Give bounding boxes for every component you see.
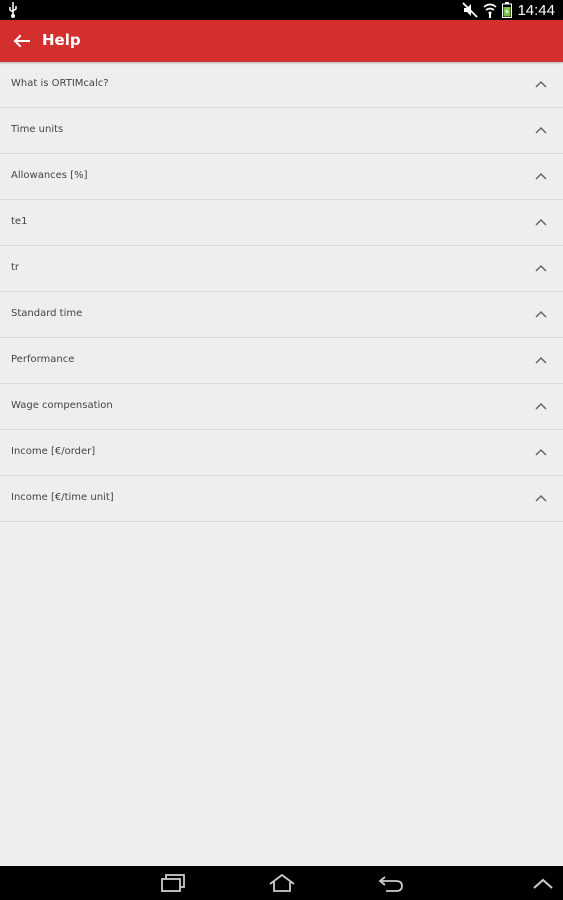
home-icon[interactable] <box>268 874 296 892</box>
list-item-label: Wage compensation <box>11 400 113 411</box>
page-title: Help <box>42 31 81 49</box>
navigation-bar <box>0 866 563 900</box>
list-item-label: What is ORTIMcalc? <box>11 78 109 89</box>
help-list: What is ORTIMcalc? Time units Allowances… <box>0 62 563 522</box>
list-item-label: Income [€/time unit] <box>11 492 114 503</box>
list-item[interactable]: Wage compensation <box>0 384 563 430</box>
list-item-label: Performance <box>11 354 75 365</box>
chevron-up-icon <box>535 402 547 410</box>
list-item-label: Income [€/order] <box>11 446 96 457</box>
list-item[interactable]: Allowances [%] <box>0 154 563 200</box>
chevron-up-icon <box>535 172 547 180</box>
list-item[interactable]: te1 <box>0 200 563 246</box>
usb-icon <box>9 2 17 18</box>
list-item[interactable]: Performance <box>0 338 563 384</box>
chevron-up-icon <box>535 494 547 502</box>
chevron-up-icon <box>535 80 547 88</box>
list-item-label: Standard time <box>11 308 83 319</box>
list-item-label: Allowances [%] <box>11 170 88 181</box>
status-bar: 14:44 <box>0 0 563 20</box>
chevron-up-icon <box>535 126 547 134</box>
chevron-up-icon <box>535 356 547 364</box>
chevron-up-icon <box>535 218 547 226</box>
list-item[interactable]: Time units <box>0 108 563 154</box>
chevron-up-icon <box>535 264 547 272</box>
back-icon[interactable] <box>378 874 404 892</box>
chevron-up-icon <box>535 448 547 456</box>
list-item[interactable]: Standard time <box>0 292 563 338</box>
wifi-icon <box>483 3 497 18</box>
list-item-label: Time units <box>11 124 64 135</box>
arrow-back-icon[interactable] <box>10 31 32 51</box>
list-item[interactable]: Income [€/time unit] <box>0 476 563 522</box>
list-item-label: tr <box>11 262 20 273</box>
chevron-up-icon[interactable] <box>532 874 554 892</box>
chevron-up-icon <box>535 310 547 318</box>
list-item[interactable]: Income [€/order] <box>0 430 563 476</box>
list-item[interactable]: What is ORTIMcalc? <box>0 62 563 108</box>
mute-icon <box>462 2 479 18</box>
status-time: 14:44 <box>517 1 555 19</box>
list-item[interactable]: tr <box>0 246 563 292</box>
list-item-label: te1 <box>11 216 28 227</box>
recent-apps-icon[interactable] <box>160 874 186 892</box>
app-bar: Help <box>0 20 563 62</box>
battery-icon <box>502 2 513 18</box>
